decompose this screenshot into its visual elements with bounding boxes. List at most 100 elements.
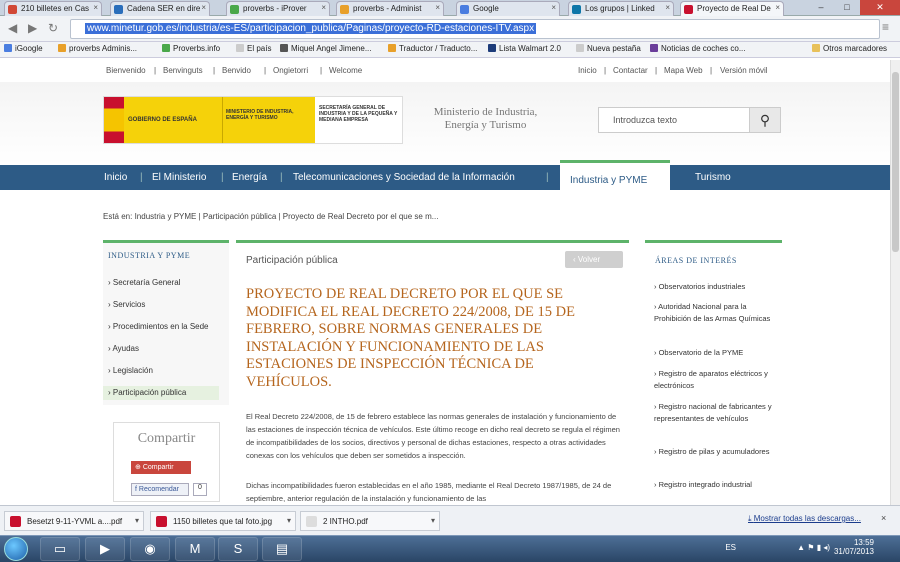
chevron-down-icon[interactable]: ▾ bbox=[135, 516, 139, 525]
bookmark-item[interactable]: Proverbs.info bbox=[162, 44, 220, 53]
left-menu-item[interactable]: › Ayudas bbox=[108, 344, 139, 353]
browser-tab[interactable]: proverbs - iProver × bbox=[226, 1, 330, 16]
facebook-recommend-button[interactable]: f Recomendar bbox=[131, 483, 189, 496]
right-menu-item[interactable]: › Autoridad Nacional para la Prohibición… bbox=[654, 301, 774, 325]
minimize-button[interactable]: – bbox=[808, 0, 834, 15]
left-menu-item-active[interactable]: › Participación pública bbox=[103, 386, 219, 400]
left-menu-item[interactable]: › Secretaría General bbox=[108, 278, 180, 287]
page-scrollbar[interactable] bbox=[890, 60, 900, 510]
tray-icons[interactable]: ▲ ⚑ ▮ ◂) bbox=[797, 543, 830, 552]
right-menu-item[interactable]: › Observatorios industriales bbox=[654, 281, 774, 293]
menu-icon[interactable]: ≡ bbox=[882, 20, 889, 34]
close-icon[interactable]: × bbox=[665, 3, 670, 12]
right-menu-item[interactable]: › Registro nacional de fabricantes y rep… bbox=[654, 401, 774, 425]
close-icon[interactable]: × bbox=[321, 3, 326, 12]
left-menu-item[interactable]: › Servicios bbox=[108, 300, 145, 309]
government-logo[interactable]: GOBIERNO DE ESPAÑA MINISTERIO DE INDUSTR… bbox=[103, 96, 403, 144]
close-icon[interactable]: × bbox=[881, 513, 886, 523]
download-item[interactable]: Besetzt 9-11-YVML a....pdf ▾ bbox=[4, 511, 144, 531]
left-menu-item[interactable]: › Legislación bbox=[108, 366, 153, 375]
language-indicator[interactable]: ES bbox=[725, 543, 736, 552]
right-menu-item[interactable]: › Registro integrado industrial bbox=[654, 479, 774, 491]
right-menu-label: Autoridad Nacional para la Prohibición d… bbox=[654, 302, 771, 323]
right-menu-item[interactable]: › Registro de aparatos eléctricos y elec… bbox=[654, 368, 774, 392]
chrome-icon[interactable]: ◉ bbox=[130, 537, 170, 561]
lang-link[interactable]: Ongietorri bbox=[273, 66, 308, 75]
separator: | bbox=[264, 66, 267, 75]
nav-industria-active[interactable]: Industria y PYME bbox=[560, 160, 670, 191]
browser-tab[interactable]: proverbs - Administ × bbox=[336, 1, 444, 16]
start-button[interactable] bbox=[4, 537, 28, 561]
home-link[interactable]: Inicio bbox=[578, 66, 597, 75]
mobile-link[interactable]: Versión móvil bbox=[720, 66, 768, 75]
share-button[interactable]: ⊕ Compartir bbox=[131, 461, 191, 474]
share-button-label: Compartir bbox=[142, 464, 174, 471]
back-icon[interactable]: ◀ bbox=[8, 21, 17, 35]
bookmark-item[interactable]: Noticias de coches co... bbox=[650, 44, 745, 53]
tab-label: Google bbox=[473, 4, 499, 13]
close-icon[interactable]: × bbox=[435, 3, 440, 12]
left-menu-label: Participación pública bbox=[112, 388, 187, 397]
nav-energia[interactable]: Energía bbox=[232, 172, 267, 183]
movistar-icon[interactable]: M bbox=[175, 537, 215, 561]
reload-icon[interactable]: ↻ bbox=[48, 21, 58, 35]
left-menu-item[interactable]: › Procedimientos en la Sede bbox=[108, 322, 209, 331]
sitemap-link[interactable]: Mapa Web bbox=[664, 66, 703, 75]
bookmark-item[interactable]: iGoogle bbox=[4, 44, 43, 53]
site-icon bbox=[230, 5, 239, 14]
browser-tab[interactable]: Los grupos | Linked × bbox=[568, 1, 674, 16]
separator: | bbox=[710, 66, 713, 75]
skype-icon[interactable]: S bbox=[218, 537, 258, 561]
lang-link[interactable]: Bienvenido bbox=[106, 66, 146, 75]
nav-turismo[interactable]: Turismo bbox=[695, 172, 731, 183]
bookmark-item[interactable]: Traductor / Traducto... bbox=[388, 44, 477, 53]
close-icon[interactable]: × bbox=[201, 3, 206, 12]
maximize-button[interactable]: □ bbox=[834, 0, 860, 15]
nav-telecomunicaciones[interactable]: Telecomunicaciones y Sociedad de la Info… bbox=[293, 172, 515, 183]
browser-tab[interactable]: Google × bbox=[456, 1, 560, 16]
breadcrumb[interactable]: Está en: Industria y PYME | Participació… bbox=[103, 212, 438, 221]
nav-ministerio[interactable]: El Ministerio bbox=[152, 172, 206, 183]
bookmark-item[interactable]: Lista Walmart 2.0 bbox=[488, 44, 561, 53]
show-all-downloads-link[interactable]: ⤓ Mostrar todas las descargas... bbox=[748, 514, 861, 524]
scroll-thumb[interactable] bbox=[892, 72, 899, 252]
download-item[interactable]: 1150 billetes que tal foto.jpg ▾ bbox=[150, 511, 296, 531]
lang-link[interactable]: Welcome bbox=[329, 66, 362, 75]
browser-tab[interactable]: Cadena SER en dire × bbox=[110, 1, 210, 16]
explorer-icon[interactable]: ▭ bbox=[40, 537, 80, 561]
close-icon[interactable]: × bbox=[775, 3, 780, 12]
chevron-down-icon[interactable]: ▾ bbox=[287, 516, 291, 525]
bookmark-item[interactable]: Nueva pestaña bbox=[576, 44, 641, 53]
lang-link[interactable]: Benvinguts bbox=[163, 66, 203, 75]
body-paragraph: El Real Decreto 224/2008, de 15 de febre… bbox=[246, 412, 620, 460]
browser-tab-active[interactable]: Proyecto de Real De × bbox=[680, 1, 784, 16]
back-button-label: Volver bbox=[577, 255, 601, 264]
close-icon[interactable]: × bbox=[93, 3, 98, 12]
chevron-down-icon[interactable]: ▾ bbox=[431, 516, 435, 525]
clock[interactable]: 13:59 31/07/2013 bbox=[834, 538, 874, 556]
media-player-icon[interactable]: ▶ bbox=[85, 537, 125, 561]
nav-inicio[interactable]: Inicio bbox=[104, 172, 127, 183]
contact-link[interactable]: Contactar bbox=[613, 66, 648, 75]
browser-tab[interactable]: 210 billetes en Cas × bbox=[4, 1, 102, 16]
right-menu-item[interactable]: › Registro de pilas y acumuladores bbox=[654, 446, 774, 458]
close-icon[interactable]: × bbox=[551, 3, 556, 12]
close-window-button[interactable]: ✕ bbox=[860, 0, 900, 15]
separator: | bbox=[320, 66, 323, 75]
right-menu-label: Registro nacional de fabricantes y repre… bbox=[654, 402, 772, 423]
bookmark-folder[interactable]: Otros marcadores bbox=[812, 44, 887, 53]
bookmark-label: proverbs Adminis... bbox=[69, 44, 138, 53]
google-icon bbox=[4, 44, 12, 52]
search-button[interactable]: ⚲ bbox=[749, 107, 781, 133]
lang-link[interactable]: Benvido bbox=[222, 66, 251, 75]
download-item[interactable]: 2 INTHO.pdf ▾ bbox=[300, 511, 440, 531]
back-button[interactable]: ‹ Volver bbox=[565, 251, 623, 268]
right-menu-item[interactable]: › Observatorio de la PYME bbox=[654, 347, 774, 359]
files-icon[interactable]: ▤ bbox=[262, 537, 302, 561]
forward-icon[interactable]: ▶ bbox=[28, 21, 37, 35]
search-input[interactable]: Introduzca texto bbox=[598, 107, 750, 133]
bookmark-item[interactable]: Miquel Angel Jimene... bbox=[280, 44, 372, 53]
bookmark-item[interactable]: El país bbox=[236, 44, 271, 53]
bookmark-item[interactable]: proverbs Adminis... bbox=[58, 44, 137, 53]
address-bar[interactable]: www.minetur.gob.es/industria/es-ES/parti… bbox=[70, 19, 880, 39]
